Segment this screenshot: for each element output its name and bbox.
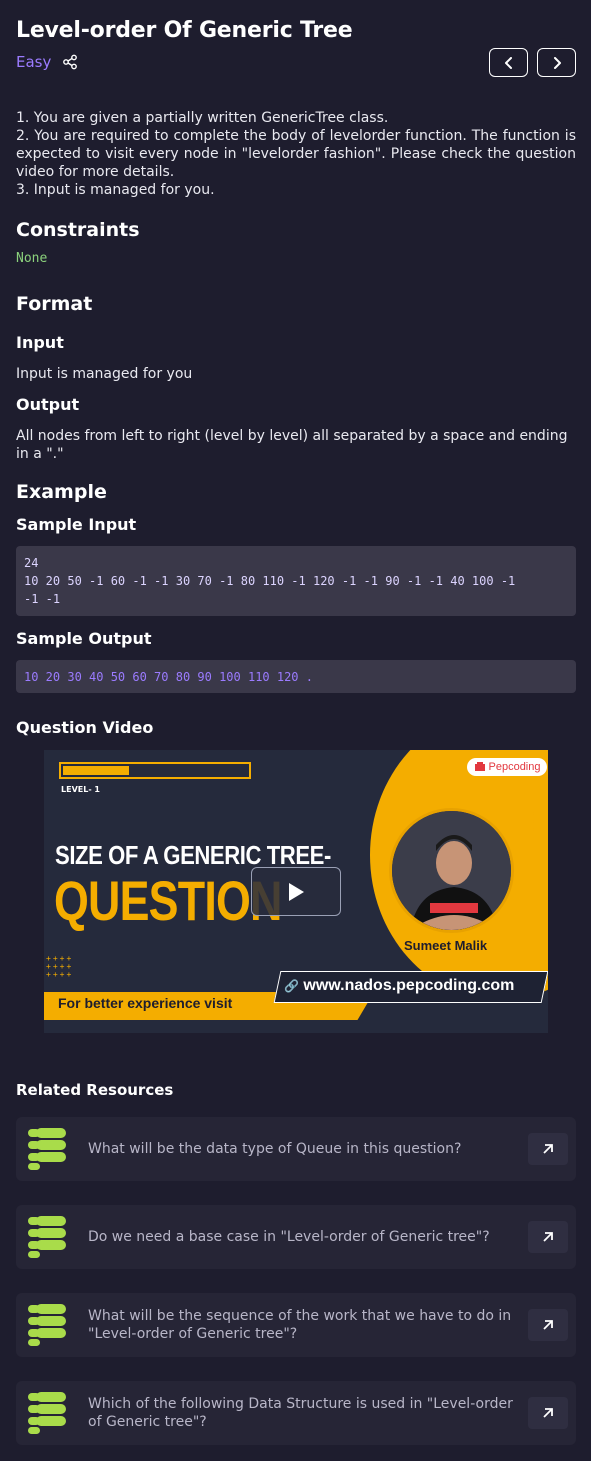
related-resources-heading: Related Resources	[16, 1081, 174, 1099]
resource-stack-icon	[28, 1216, 66, 1258]
cta-text: For better experience visit	[58, 995, 233, 1011]
description-line: 2. You are required to complete the body…	[16, 128, 576, 180]
related-resource-item[interactable]: What will be the sequence of the work th…	[16, 1293, 576, 1357]
output-heading: Output	[16, 395, 80, 414]
sample-input-box[interactable]: 24 10 20 50 -1 60 -1 -1 30 70 -1 80 110 …	[16, 546, 576, 616]
related-resource-item[interactable]: What will be the data type of Queue in t…	[16, 1117, 576, 1181]
sample-input-line: 10 20 50 -1 60 -1 -1 30 70 -1 80 110 -1 …	[24, 574, 516, 588]
play-button[interactable]	[251, 867, 341, 916]
video-level-label: LEVEL- 1	[61, 785, 100, 794]
sample-output-heading: Sample Output	[16, 629, 152, 648]
sample-output-box[interactable]: 10 20 30 40 50 60 70 80 90 100 110 120 .	[16, 660, 576, 693]
resource-stack-icon	[28, 1304, 66, 1346]
video-url-text: www.nados.pepcoding.com	[303, 977, 515, 994]
page-title: Level-order Of Generic Tree	[16, 18, 353, 43]
example-heading: Example	[16, 481, 107, 503]
arrow-up-right-icon	[543, 1408, 553, 1418]
constraints-heading: Constraints	[16, 219, 140, 241]
brand-badge: Pepcoding	[467, 758, 547, 776]
decorative-dots: ++++ ++++ ++++	[46, 954, 74, 979]
pepcoding-logo-icon	[474, 762, 485, 771]
brand-name: Pepcoding	[488, 761, 541, 773]
related-resource-item[interactable]: Do we need a base case in "Level-order o…	[16, 1205, 576, 1269]
open-resource-button[interactable]	[528, 1309, 568, 1341]
decorative-dots: +++ +++ +++	[525, 809, 546, 834]
difficulty-label: Easy	[16, 53, 52, 71]
question-video-player[interactable]: LEVEL- 1 SIZE OF A GENERIC TREE- QUESTIO…	[44, 750, 548, 1033]
question-video-heading: Question Video	[16, 718, 154, 737]
description-line: 1. You are given a partially written Gen…	[16, 110, 389, 126]
resource-question: What will be the data type of Queue in t…	[88, 1141, 462, 1157]
sample-output-line: 10 20 30 40 50 60 70 80 90 100 110 120 .	[24, 670, 313, 684]
input-heading: Input	[16, 333, 64, 352]
prev-question-button[interactable]	[489, 48, 528, 77]
video-url: 🔗 www.nados.pepcoding.com	[284, 977, 514, 995]
description-line: 3. Input is managed for you.	[16, 182, 215, 198]
resource-question: Which of the following Data Structure is…	[88, 1396, 513, 1430]
chevron-left-icon	[504, 56, 512, 69]
play-icon	[289, 882, 304, 901]
constraints-value: None	[16, 251, 48, 266]
problem-description: 1. You are given a partially written Gen…	[16, 109, 576, 199]
arrow-up-right-icon	[543, 1320, 553, 1330]
chevron-right-icon	[553, 56, 561, 69]
resource-question: What will be the sequence of the work th…	[88, 1308, 512, 1342]
sample-input-line: -1 -1	[24, 592, 61, 606]
level-progress-fill	[63, 766, 129, 775]
resource-stack-icon	[28, 1392, 66, 1434]
share-icon[interactable]	[62, 54, 78, 70]
output-text: All nodes from left to right (level by l…	[16, 428, 568, 462]
arrow-up-right-icon	[543, 1232, 553, 1242]
related-resource-item[interactable]: Which of the following Data Structure is…	[16, 1381, 576, 1445]
format-heading: Format	[16, 293, 93, 315]
video-headline-question: QUESTION	[54, 869, 282, 932]
resource-stack-icon	[28, 1128, 66, 1170]
resource-question: Do we need a base case in "Level-order o…	[88, 1229, 490, 1245]
open-resource-button[interactable]	[528, 1133, 568, 1165]
presenter-photo	[389, 808, 514, 933]
presenter-name: Sumeet Malik	[404, 938, 488, 953]
input-text: Input is managed for you	[16, 366, 193, 382]
level-progress-bar	[59, 762, 251, 779]
sample-input-heading: Sample Input	[16, 515, 137, 534]
open-resource-button[interactable]	[528, 1397, 568, 1429]
arrow-up-right-icon	[543, 1144, 553, 1154]
next-question-button[interactable]	[537, 48, 576, 77]
sample-input-line: 24	[24, 556, 39, 570]
link-icon: 🔗	[284, 979, 299, 993]
open-resource-button[interactable]	[528, 1221, 568, 1253]
